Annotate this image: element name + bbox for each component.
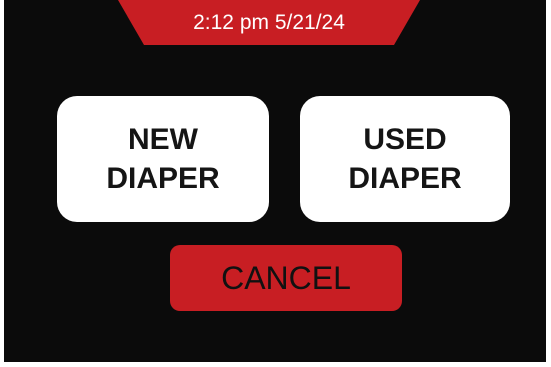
new-diaper-label-line2: DIAPER bbox=[106, 162, 220, 195]
time-date-display: 2:12 pm 5/21/24 bbox=[193, 11, 345, 34]
new-diaper-label-line1: NEW bbox=[128, 123, 198, 156]
new-diaper-button[interactable]: NEW DIAPER bbox=[57, 96, 269, 222]
time-banner: 2:12 pm 5/21/24 bbox=[118, 0, 420, 45]
used-diaper-label-line1: USED bbox=[363, 123, 447, 156]
used-diaper-label-line2: DIAPER bbox=[348, 162, 462, 195]
used-diaper-button[interactable]: USED DIAPER bbox=[300, 96, 510, 222]
device-screen: 2:12 pm 5/21/24 NEW DIAPER USED DIAPER C… bbox=[4, 0, 546, 362]
cancel-button[interactable]: CANCEL bbox=[170, 245, 402, 311]
